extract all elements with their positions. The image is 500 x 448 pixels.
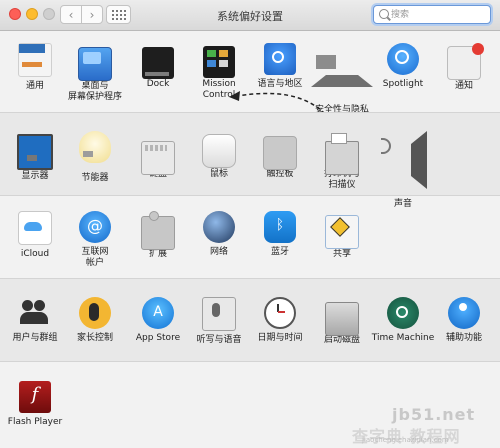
pref-spotlight[interactable]: Spotlight (368, 43, 438, 90)
system-preferences-window: ‹ › 系统偏好设置 通用 桌面与 屏幕保护程序 Dock (0, 0, 500, 448)
pref-row-hardware: 显示器 节能器 键盘 鼠标 触控板 打印机与 扫描仪 声音 (0, 112, 500, 209)
pref-label: 日期与时间 (257, 333, 303, 343)
accessibility-icon (448, 297, 480, 329)
title-bar: ‹ › 系统偏好设置 (0, 0, 500, 31)
pref-label: 节能器 (81, 173, 109, 183)
energy-saver-icon (79, 131, 111, 163)
pref-label: 桌面与 屏幕保护程序 (67, 81, 122, 102)
pref-label: 鼠标 (209, 169, 228, 179)
pref-flash-player[interactable]: f Flash Player (0, 381, 70, 428)
pref-dictation-speech[interactable]: 听写与语音 (184, 297, 254, 346)
pref-mouse[interactable]: 鼠标 (184, 131, 254, 180)
spotlight-icon (387, 43, 419, 75)
pref-extensions[interactable]: 扩展 (123, 211, 193, 260)
trackpad-icon (263, 136, 297, 170)
pref-label: App Store (135, 333, 181, 343)
pref-energy-saver[interactable]: 节能器 (60, 131, 130, 184)
pref-time-machine[interactable]: Time Machine (368, 297, 438, 344)
dictation-speech-icon (202, 297, 236, 331)
pref-bluetooth[interactable]: ᛒ 蓝牙 (245, 211, 315, 258)
time-machine-icon (387, 297, 419, 329)
general-icon (18, 43, 52, 77)
close-window-button[interactable] (9, 8, 21, 20)
pref-label: Dock (146, 79, 170, 89)
pref-sharing[interactable]: 共享 (307, 211, 377, 260)
pref-app-store[interactable]: A App Store (123, 297, 193, 344)
notifications-icon (447, 43, 484, 80)
pref-row-system: 用户与群组 家长控制 A App Store 听写与语音 日期与时间 启动磁盘 … (0, 278, 500, 362)
pref-label: 听写与语音 (196, 335, 242, 345)
mouse-icon (202, 134, 236, 168)
security-privacy-icon (311, 43, 373, 87)
pref-startup-disk[interactable]: 启动磁盘 (307, 297, 377, 346)
network-icon (203, 211, 235, 243)
pref-keyboard[interactable]: 键盘 (123, 131, 193, 180)
app-store-icon: A (142, 297, 174, 329)
pref-trackpad[interactable]: 触控板 (245, 131, 315, 180)
watermark: jb51.net 查字典 教程网 jiaocheng.chazidian.com (352, 405, 497, 446)
pref-accessibility[interactable]: 辅助功能 (429, 297, 499, 344)
forward-button[interactable]: › (81, 5, 103, 24)
pref-label: 家长控制 (76, 333, 113, 343)
pref-label: 蓝牙 (270, 247, 289, 257)
displays-icon (17, 134, 53, 170)
sharing-icon (325, 215, 359, 249)
search-field[interactable] (373, 5, 491, 24)
pref-label: 通知 (454, 81, 473, 91)
chevron-right-icon: › (89, 7, 95, 22)
watermark-url: jiaocheng.chazidian.com (362, 436, 449, 444)
desktop-screensaver-icon (78, 47, 112, 81)
bluetooth-icon: ᛒ (264, 211, 296, 243)
startup-disk-icon (325, 302, 359, 336)
pref-label: 互联网 帐户 (81, 247, 109, 268)
pref-notifications[interactable]: 通知 (429, 43, 499, 92)
back-button[interactable]: ‹ (60, 5, 82, 24)
pref-desktop-screensaver[interactable]: 桌面与 屏幕保护程序 (60, 43, 130, 103)
extensions-icon (141, 211, 175, 250)
pref-label: Spotlight (382, 79, 424, 89)
printers-scanners-icon (325, 133, 359, 175)
minimize-window-button[interactable] (26, 8, 38, 20)
internet-accounts-icon: @ (79, 211, 111, 243)
pref-label: 启动磁盘 (323, 335, 360, 345)
mission-control-icon (203, 46, 235, 78)
pref-dock[interactable]: Dock (123, 43, 193, 90)
grid-icon (111, 9, 126, 20)
language-region-icon (264, 43, 296, 75)
pref-row-internet: iCloud @ 互联网 帐户 扩展 网络 ᛒ 蓝牙 共享 (0, 195, 500, 275)
pref-internet-accounts[interactable]: @ 互联网 帐户 (60, 211, 130, 269)
pref-label: 辅助功能 (445, 333, 482, 343)
pref-printers-scanners[interactable]: 打印机与 扫描仪 (307, 131, 377, 191)
flash-player-icon: f (19, 381, 51, 413)
pref-date-time[interactable]: 日期与时间 (245, 297, 315, 344)
parental-controls-icon (79, 297, 111, 329)
pref-network[interactable]: 网络 (184, 211, 254, 258)
pref-label: 扩展 (148, 249, 167, 259)
sound-icon (379, 131, 427, 189)
zoom-window-button[interactable] (43, 8, 55, 20)
chevron-left-icon: ‹ (68, 7, 74, 22)
pref-label: Flash Player (7, 417, 63, 427)
dock-icon (142, 47, 174, 79)
pref-label: Time Machine (371, 333, 435, 343)
show-all-button[interactable] (106, 5, 131, 24)
search-icon (379, 9, 389, 19)
pref-label: 网络 (209, 247, 228, 257)
pref-label: 共享 (332, 249, 351, 259)
watermark-site: jb51.net (392, 405, 476, 424)
search-input[interactable] (391, 7, 485, 22)
window-title: 系统偏好设置 (217, 10, 283, 23)
date-time-icon (264, 297, 296, 329)
icloud-icon (18, 211, 52, 245)
pref-label: 触控板 (266, 169, 294, 179)
users-groups-icon (19, 297, 51, 329)
keyboard-icon (141, 141, 175, 175)
pref-parental-controls[interactable]: 家长控制 (60, 297, 130, 344)
